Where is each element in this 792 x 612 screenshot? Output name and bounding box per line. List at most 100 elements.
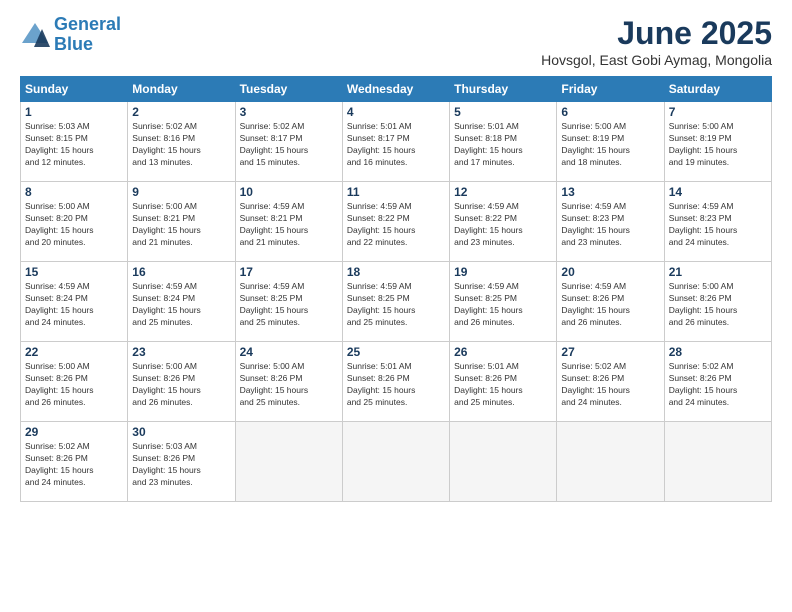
day-detail: Sunrise: 5:00 AMSunset: 8:21 PMDaylight:…	[132, 201, 230, 249]
day-number: 30	[132, 425, 230, 439]
calendar-cell: 5 Sunrise: 5:01 AMSunset: 8:18 PMDaylight…	[450, 102, 557, 182]
day-detail: Sunrise: 5:03 AMSunset: 8:26 PMDaylight:…	[132, 441, 230, 489]
day-detail: Sunrise: 5:01 AMSunset: 8:18 PMDaylight:…	[454, 121, 552, 169]
day-number: 11	[347, 185, 445, 199]
day-number: 23	[132, 345, 230, 359]
day-number: 24	[240, 345, 338, 359]
day-detail: Sunrise: 4:59 AMSunset: 8:23 PMDaylight:…	[669, 201, 767, 249]
day-detail: Sunrise: 5:00 AMSunset: 8:20 PMDaylight:…	[25, 201, 123, 249]
calendar-cell: 11 Sunrise: 4:59 AMSunset: 8:22 PMDayligh…	[342, 182, 449, 262]
header: General Blue June 2025 Hovsgol, East Gob…	[20, 15, 772, 68]
calendar-cell	[664, 422, 771, 502]
calendar-cell: 17Sunrise: 4:59 AMSunset: 8:25 PMDayligh…	[235, 262, 342, 342]
calendar-cell: 16 Sunrise: 4:59 AMSunset: 8:24 PMDayligh…	[128, 262, 235, 342]
day-number: 27	[561, 345, 659, 359]
calendar-header-friday: Friday	[557, 77, 664, 102]
day-detail: Sunrise: 5:00 AMSunset: 8:26 PMDaylight:…	[25, 361, 123, 409]
day-detail: Sunrise: 4:59 AMSunset: 8:23 PMDaylight:…	[561, 201, 659, 249]
logo: General Blue	[20, 15, 121, 55]
day-detail: Sunrise: 4:59 AMSunset: 8:22 PMDaylight:…	[347, 201, 445, 249]
day-number: 1	[25, 105, 123, 119]
calendar-header-thursday: Thursday	[450, 77, 557, 102]
day-number: 18	[347, 265, 445, 279]
calendar-cell: 20 Sunrise: 4:59 AMSunset: 8:26 PMDayligh…	[557, 262, 664, 342]
day-detail: Sunrise: 5:00 AMSunset: 8:19 PMDaylight:…	[669, 121, 767, 169]
calendar-cell	[342, 422, 449, 502]
calendar-cell: 23 Sunrise: 5:00 AMSunset: 8:26 PMDayligh…	[128, 342, 235, 422]
day-number: 21	[669, 265, 767, 279]
calendar-header-monday: Monday	[128, 77, 235, 102]
calendar-header-saturday: Saturday	[664, 77, 771, 102]
calendar-header-wednesday: Wednesday	[342, 77, 449, 102]
day-detail: Sunrise: 4:59 AMSunset: 8:25 PMDaylight:…	[347, 281, 445, 329]
page: General Blue June 2025 Hovsgol, East Gob…	[0, 0, 792, 612]
calendar-cell: 15 Sunrise: 4:59 AMSunset: 8:24 PMDayligh…	[21, 262, 128, 342]
day-detail: Sunrise: 4:59 AMSunset: 8:25 PMDaylight:…	[454, 281, 552, 329]
calendar-cell: 24 Sunrise: 5:00 AMSunset: 8:26 PMDayligh…	[235, 342, 342, 422]
calendar-week-2: 8 Sunrise: 5:00 AMSunset: 8:20 PMDaylight…	[21, 182, 772, 262]
calendar-header-sunday: Sunday	[21, 77, 128, 102]
day-number: 4	[347, 105, 445, 119]
day-number: 8	[25, 185, 123, 199]
day-detail: Sunrise: 5:00 AMSunset: 8:26 PMDaylight:…	[240, 361, 338, 409]
calendar-header-row: SundayMondayTuesdayWednesdayThursdayFrid…	[21, 77, 772, 102]
calendar-week-3: 15 Sunrise: 4:59 AMSunset: 8:24 PMDayligh…	[21, 262, 772, 342]
calendar-cell: 18 Sunrise: 4:59 AMSunset: 8:25 PMDayligh…	[342, 262, 449, 342]
day-detail: Sunrise: 4:59 AMSunset: 8:24 PMDaylight:…	[132, 281, 230, 329]
logo-icon	[20, 21, 50, 49]
day-number: 20	[561, 265, 659, 279]
calendar-cell: 6 Sunrise: 5:00 AMSunset: 8:19 PMDaylight…	[557, 102, 664, 182]
day-number: 16	[132, 265, 230, 279]
month-title: June 2025	[541, 15, 772, 52]
calendar-cell	[235, 422, 342, 502]
day-detail: Sunrise: 5:02 AMSunset: 8:16 PMDaylight:…	[132, 121, 230, 169]
day-detail: Sunrise: 5:03 AMSunset: 8:15 PMDaylight:…	[25, 121, 123, 169]
day-detail: Sunrise: 5:00 AMSunset: 8:26 PMDaylight:…	[132, 361, 230, 409]
day-number: 29	[25, 425, 123, 439]
day-number: 5	[454, 105, 552, 119]
day-number: 9	[132, 185, 230, 199]
calendar-cell: 3 Sunrise: 5:02 AMSunset: 8:17 PMDaylight…	[235, 102, 342, 182]
calendar-table: SundayMondayTuesdayWednesdayThursdayFrid…	[20, 76, 772, 502]
calendar-cell: 2Sunrise: 5:02 AMSunset: 8:16 PMDaylight…	[128, 102, 235, 182]
calendar-week-5: 29Sunrise: 5:02 AMSunset: 8:26 PMDayligh…	[21, 422, 772, 502]
day-detail: Sunrise: 5:02 AMSunset: 8:17 PMDaylight:…	[240, 121, 338, 169]
calendar-cell: 1 Sunrise: 5:03 AMSunset: 8:15 PMDaylight…	[21, 102, 128, 182]
location: Hovsgol, East Gobi Aymag, Mongolia	[541, 52, 772, 68]
day-number: 28	[669, 345, 767, 359]
day-number: 14	[669, 185, 767, 199]
day-detail: Sunrise: 5:01 AMSunset: 8:17 PMDaylight:…	[347, 121, 445, 169]
day-number: 15	[25, 265, 123, 279]
calendar-cell: 13 Sunrise: 4:59 AMSunset: 8:23 PMDayligh…	[557, 182, 664, 262]
day-detail: Sunrise: 5:02 AMSunset: 8:26 PMDaylight:…	[561, 361, 659, 409]
calendar-cell: 14 Sunrise: 4:59 AMSunset: 8:23 PMDayligh…	[664, 182, 771, 262]
calendar-cell: 4 Sunrise: 5:01 AMSunset: 8:17 PMDaylight…	[342, 102, 449, 182]
day-detail: Sunrise: 4:59 AMSunset: 8:21 PMDaylight:…	[240, 201, 338, 249]
day-detail: Sunrise: 5:01 AMSunset: 8:26 PMDaylight:…	[454, 361, 552, 409]
day-number: 12	[454, 185, 552, 199]
day-number: 13	[561, 185, 659, 199]
day-detail: Sunrise: 5:00 AMSunset: 8:26 PMDaylight:…	[669, 281, 767, 329]
calendar-cell: 12Sunrise: 4:59 AMSunset: 8:22 PMDayligh…	[450, 182, 557, 262]
calendar-cell: 30 Sunrise: 5:03 AMSunset: 8:26 PMDayligh…	[128, 422, 235, 502]
calendar-cell: 27 Sunrise: 5:02 AMSunset: 8:26 PMDayligh…	[557, 342, 664, 422]
logo-text: General Blue	[54, 15, 121, 55]
day-detail: Sunrise: 4:59 AMSunset: 8:26 PMDaylight:…	[561, 281, 659, 329]
calendar-cell: 28Sunrise: 5:02 AMSunset: 8:26 PMDayligh…	[664, 342, 771, 422]
calendar-cell: 19 Sunrise: 4:59 AMSunset: 8:25 PMDayligh…	[450, 262, 557, 342]
logo-blue: Blue	[54, 34, 93, 54]
day-number: 26	[454, 345, 552, 359]
day-number: 3	[240, 105, 338, 119]
calendar-cell: 8 Sunrise: 5:00 AMSunset: 8:20 PMDaylight…	[21, 182, 128, 262]
title-block: June 2025 Hovsgol, East Gobi Aymag, Mong…	[541, 15, 772, 68]
day-detail: Sunrise: 5:00 AMSunset: 8:19 PMDaylight:…	[561, 121, 659, 169]
day-number: 25	[347, 345, 445, 359]
day-detail: Sunrise: 4:59 AMSunset: 8:24 PMDaylight:…	[25, 281, 123, 329]
calendar-cell: 7Sunrise: 5:00 AMSunset: 8:19 PMDaylight…	[664, 102, 771, 182]
day-number: 22	[25, 345, 123, 359]
calendar-header-tuesday: Tuesday	[235, 77, 342, 102]
day-number: 17	[240, 265, 338, 279]
day-number: 19	[454, 265, 552, 279]
day-number: 6	[561, 105, 659, 119]
calendar-cell	[450, 422, 557, 502]
